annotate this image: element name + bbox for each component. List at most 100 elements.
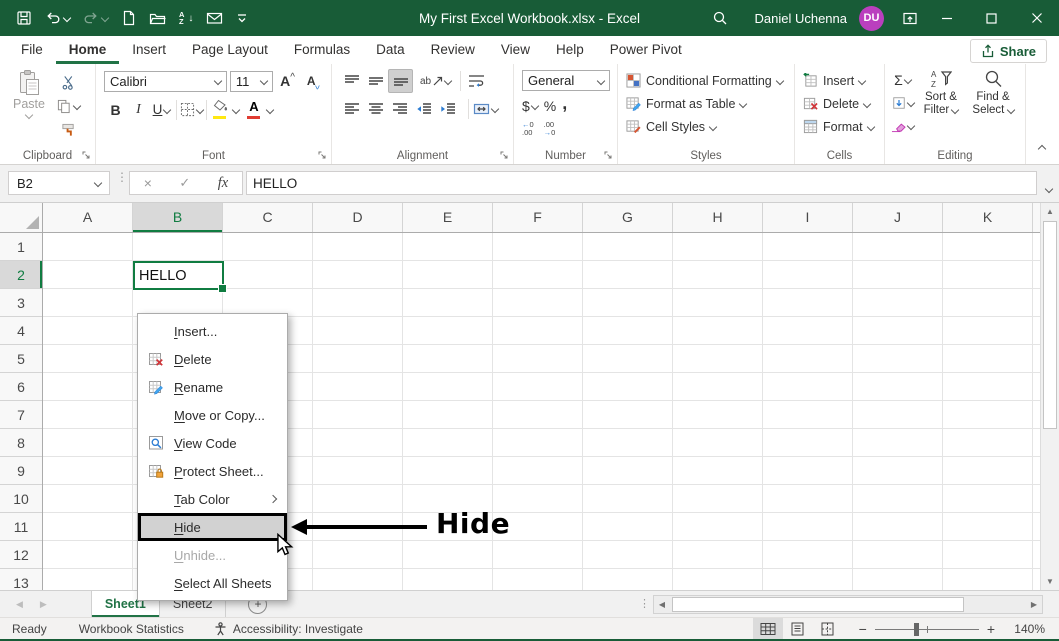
minimize-button[interactable] [924, 0, 969, 36]
accessibility-checker[interactable]: Accessibility: Investigate [214, 622, 363, 636]
tab-bar-splitter[interactable]: ⋮ [639, 602, 649, 607]
clear-button[interactable] [891, 115, 914, 137]
alignment-dialog-launcher[interactable] [500, 151, 509, 160]
row-header-4[interactable]: 4 [0, 317, 42, 345]
email-button[interactable] [206, 11, 223, 25]
row-header-3[interactable]: 3 [0, 289, 42, 317]
row-header-7[interactable]: 7 [0, 401, 42, 429]
tab-review[interactable]: Review [418, 36, 488, 64]
increase-decimal-button[interactable]: ←0.00 [522, 121, 534, 137]
menu-item-tab-color[interactable]: Tab Color [138, 485, 287, 513]
cell-styles-button[interactable]: Cell Styles [626, 116, 794, 137]
format-painter-button[interactable] [56, 119, 80, 141]
share-button[interactable]: Share [970, 39, 1047, 63]
align-left-button[interactable] [340, 98, 363, 120]
row-header-13[interactable]: 13 [0, 569, 42, 590]
enter-icon[interactable]: ✓ [179, 175, 190, 191]
underline-button[interactable]: U [150, 99, 173, 121]
zoom-slider[interactable] [875, 622, 979, 636]
increase-font-size-button[interactable]: A^ [276, 70, 299, 92]
column-header-b[interactable]: B [133, 203, 223, 232]
align-right-button[interactable] [388, 98, 411, 120]
column-header-j[interactable]: J [853, 203, 943, 232]
new-file-button[interactable] [121, 10, 136, 26]
column-header-d[interactable]: D [313, 203, 403, 232]
menu-item-insert[interactable]: Insert... [138, 317, 287, 345]
autosum-button[interactable]: Σ [891, 69, 914, 91]
font-dialog-launcher[interactable] [318, 151, 327, 160]
fill-color-dropdown-icon[interactable] [232, 105, 240, 113]
column-header-k[interactable]: K [943, 203, 1033, 232]
tab-help[interactable]: Help [543, 36, 597, 64]
wrap-text-button[interactable] [465, 70, 488, 92]
next-sheet-icon[interactable]: ▶ [40, 599, 47, 610]
formula-bar-splitter[interactable]: ⋮ [116, 174, 124, 180]
menu-item-hide[interactable]: Hide [138, 513, 287, 541]
formula-input[interactable]: HELLO [246, 171, 1037, 195]
open-file-button[interactable] [149, 11, 166, 26]
copy-button[interactable] [56, 95, 80, 117]
increase-indent-button[interactable] [436, 98, 459, 120]
sort-ascending-button[interactable]: AZ↓ [179, 11, 193, 25]
undo-dropdown-icon[interactable] [63, 14, 71, 22]
tab-file[interactable]: File [8, 36, 56, 64]
bold-button[interactable]: B [104, 99, 127, 121]
font-size-combo[interactable]: 11 [230, 71, 273, 92]
tab-page-layout[interactable]: Page Layout [179, 36, 281, 64]
ribbon-display-options-button[interactable] [902, 11, 918, 26]
name-box[interactable]: B2 [8, 171, 110, 195]
horizontal-scroll-thumb[interactable] [672, 597, 964, 612]
insert-function-icon[interactable]: fx [218, 175, 228, 192]
scroll-left-icon[interactable]: ◀ [654, 596, 670, 613]
horizontal-scrollbar[interactable]: ◀ ▶ [653, 595, 1043, 614]
column-header-a[interactable]: A [43, 203, 133, 232]
scroll-up-icon[interactable]: ▲ [1041, 203, 1059, 220]
zoom-in-button[interactable]: + [987, 621, 995, 637]
italic-button[interactable]: I [127, 99, 150, 121]
number-dialog-launcher[interactable] [604, 151, 613, 160]
tab-home[interactable]: Home [56, 36, 120, 64]
fill-handle[interactable] [218, 284, 227, 293]
column-header-e[interactable]: E [403, 203, 493, 232]
previous-sheet-icon[interactable]: ◀ [16, 599, 23, 610]
accounting-format-button[interactable]: $ [522, 95, 538, 117]
decrease-font-size-button[interactable]: A^ [302, 70, 325, 92]
save-button[interactable] [16, 10, 32, 26]
collapse-ribbon-button[interactable] [1039, 139, 1045, 157]
middle-align-button[interactable] [364, 70, 387, 92]
align-center-button[interactable] [364, 98, 387, 120]
menu-item-delete[interactable]: Delete [138, 345, 287, 373]
number-format-combo[interactable]: General [522, 70, 610, 91]
menu-item-view-code[interactable]: View Code [138, 429, 287, 457]
tab-view[interactable]: View [488, 36, 543, 64]
tab-data[interactable]: Data [363, 36, 418, 64]
column-header-g[interactable]: G [583, 203, 673, 232]
avatar[interactable]: DU [859, 6, 884, 31]
normal-view-button[interactable] [753, 618, 783, 639]
close-button[interactable] [1014, 0, 1059, 36]
fill-button[interactable] [891, 92, 914, 114]
vertical-scrollbar[interactable]: ▲ ▼ [1040, 203, 1059, 590]
column-header-f[interactable]: F [493, 203, 583, 232]
format-cells-button[interactable]: Format [803, 116, 884, 137]
zoom-level[interactable]: 140% [1005, 622, 1045, 636]
format-as-table-button[interactable]: Format as Table [626, 93, 794, 114]
row-header-12[interactable]: 12 [0, 541, 42, 569]
undo-button[interactable] [45, 11, 70, 25]
percent-style-button[interactable]: % [544, 95, 556, 117]
bottom-align-button[interactable] [388, 69, 413, 93]
menu-item-protect-sheet[interactable]: Protect Sheet... [138, 457, 287, 485]
column-header-h[interactable]: H [673, 203, 763, 232]
expand-formula-bar-icon[interactable] [1046, 179, 1052, 197]
vertical-scroll-thumb[interactable] [1043, 221, 1057, 429]
font-color-button[interactable]: A [243, 98, 265, 121]
search-button[interactable] [712, 10, 728, 26]
merge-center-button[interactable] [473, 98, 498, 120]
column-header-partial[interactable] [1033, 203, 1040, 232]
fill-color-button[interactable] [210, 98, 232, 121]
comma-style-button[interactable]: , [562, 95, 567, 117]
row-header-9[interactable]: 9 [0, 457, 42, 485]
workbook-statistics-button[interactable]: Workbook Statistics [79, 622, 184, 636]
delete-cells-button[interactable]: Delete [803, 93, 884, 114]
tab-power-pivot[interactable]: Power Pivot [597, 36, 695, 64]
